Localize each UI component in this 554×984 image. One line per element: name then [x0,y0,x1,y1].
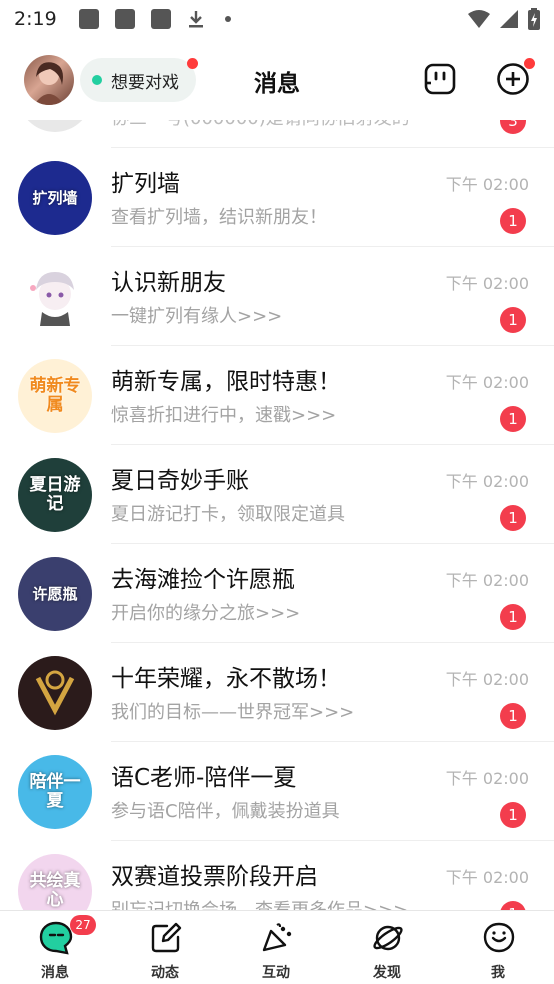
conversation-subtitle: 惊喜折扣进行中，速戳>>> [111,405,337,426]
nav-item-interact[interactable]: 互动 [221,911,331,984]
conversation-avatar [18,120,92,132]
conversation-avatar: 扩列墙 [18,161,92,235]
unread-badge: 1 [500,406,526,432]
conversation-subtitle: 一键扩列有缘人>>> [111,306,283,327]
nav-label: 互动 [262,965,290,981]
list-item[interactable]: 十年荣耀，永不散场！ 我们的目标——世界冠军>>> 下午 02:00 1 [0,643,554,742]
header: 想要对戏 消息 [0,38,554,120]
download-icon [187,9,205,29]
unread-badge: 1 [500,505,526,531]
nav-item-me[interactable]: 我 [443,911,553,984]
conversation-title: 双赛道投票阶段开启 [111,864,318,890]
avatar-text: 陪伴一夏 [29,772,81,811]
nav-unread-badge: 27 [70,915,96,935]
add-unread-dot [524,58,535,69]
conversation-avatar: 萌新专属 [18,359,92,433]
edit-icon [151,922,182,953]
conversation-avatar: 许愿瓶 [18,557,92,631]
conversation-time: 下午 02:00 [445,175,529,194]
unread-badge: 1 [500,802,526,828]
conversation-time: 下午 02:00 [445,472,529,491]
conversation-subtitle: 别忘记切换会场，查看更多作品>>> [111,896,408,910]
conversation-title: 十年荣耀，永不散场！ [111,666,341,692]
interact-icon [262,923,292,952]
unread-badge: 1 [500,307,526,333]
nav-item-feed[interactable]: 动态 [110,911,220,984]
conversation-subtitle: 我们的目标——世界冠军>>> [111,702,355,723]
conversation-avatar: 共绘真心 [18,854,92,910]
avatar-text: 共绘真心 [29,871,81,910]
conversation-time: 下午 02:00 [445,274,529,293]
wifi-icon [468,10,490,28]
nav-item-discover[interactable]: 发现 [332,911,442,984]
unread-badge: 3 [500,120,526,134]
more-notifications-icon [224,16,231,22]
notification-icon [114,9,135,29]
conversation-avatar: 陪伴一夏 [18,755,92,829]
conversation-avatar: 夏日游记 [18,458,92,532]
list-item[interactable]: 许愿瓶 去海滩捡个许愿瓶开启你的缘分之旅>>> 下午 02:00 1 [0,544,554,643]
unread-badge: 1 [500,901,526,910]
notification-icon [78,9,99,29]
list-item[interactable]: 认识新朋友一键扩列有缘人>>> 下午 02:00 1 [0,247,554,346]
battery-icon [528,8,540,30]
conversation-time: 下午 02:00 [445,769,529,788]
conversation-time: 下午 02:00 [445,571,529,590]
avatar-text: 许愿瓶 [32,584,78,603]
nav-item-messages[interactable]: 27 消息 [0,911,110,984]
page-title: 消息 [254,71,300,97]
conversation-avatar [18,260,92,334]
robot-icon[interactable] [423,62,457,96]
conversation-avatar [18,656,92,730]
status-bar: 2:19 [0,0,554,38]
conversation-subtitle: 夏日游记打卡，领取限定道具 [111,504,345,525]
conversation-title: 认识新朋友 [111,270,226,296]
trophy-emblem-icon [35,670,75,716]
nav-label: 发现 [373,965,401,981]
avatar-text: 夏日游记 [29,475,81,514]
conversation-subtitle: 查看扩列墙，结识新朋友！ [111,207,327,228]
nav-label: 我 [491,965,505,981]
nav-label: 动态 [151,965,179,981]
signal-icon [500,10,518,28]
list-item[interactable]: 夏日游记 夏日奇妙手账夏日游记打卡，领取限定道具 下午 02:00 1 [0,445,554,544]
unread-badge: 1 [500,604,526,630]
notification-icon [150,9,171,29]
unread-badge: 1 [500,703,526,729]
bottom-nav: 27 消息 动态 互动 发现 我 [0,910,554,984]
anime-girl-icon [30,272,74,326]
conversation-title: 夏日奇妙手账 [111,468,249,494]
unread-badge: 1 [500,208,526,234]
list-item[interactable]: 协三一号(000000)是请同协旧射发的 3 [0,120,554,148]
conversation-list[interactable]: 协三一号(000000)是请同协旧射发的 3 扩列墙扩列墙查看扩列墙，结识新朋友… [0,120,554,910]
avatar-text: 扩列墙 [32,188,78,207]
chat-bubble-icon [39,921,73,955]
conversation-time: 下午 02:00 [445,670,529,689]
avatar-text: 萌新专属 [29,376,81,415]
conversation-title: 萌新专属，限时特惠！ [111,369,341,395]
conversation-title: 扩列墙 [111,171,180,197]
list-item[interactable]: 萌新专属 萌新专属，限时特惠！ 惊喜折扣进行中，速戳>>> 下午 02:00 1 [0,346,554,445]
conversation-subtitle: 协三一号(000000)是请同协旧射发的 [111,120,410,130]
list-item[interactable]: 陪伴一夏 语C老师-陪伴一夏参与语C陪伴，佩戴装扮道具 下午 02:00 1 [0,742,554,841]
nav-label: 消息 [41,965,69,981]
conversation-title: 语C老师-陪伴一夏 [111,765,297,791]
conversation-subtitle: 参与语C陪伴，佩戴装扮道具 [111,801,340,822]
list-item[interactable]: 共绘真心 双赛道投票阶段开启别忘记切换会场，查看更多作品>>> 下午 02:00 1 [0,841,554,910]
status-time: 2:19 [14,8,57,30]
conversation-time: 下午 02:00 [445,868,529,887]
list-item[interactable]: 扩列墙 扩列墙 查看扩列墙，结识新朋友！ 下午 02:00 1 [0,148,554,247]
conversation-subtitle: 开启你的缘分之旅>>> [111,603,301,624]
smile-face-icon [483,922,515,953]
conversation-time: 下午 02:00 [445,373,529,392]
conversation-title: 去海滩捡个许愿瓶 [111,567,295,593]
planet-icon [373,925,403,951]
